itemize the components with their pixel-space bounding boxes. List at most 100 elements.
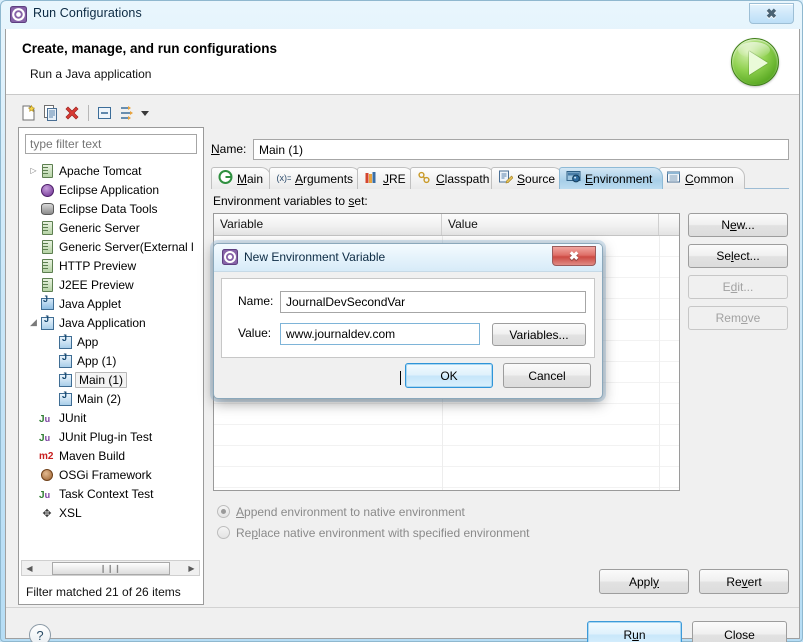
window-title: Run Configurations bbox=[33, 6, 142, 20]
radio-label: Append environment to native environment bbox=[236, 504, 465, 519]
tree-arrow-spacer bbox=[28, 294, 39, 313]
revert-button[interactable]: Revert bbox=[699, 569, 789, 594]
dialog-close-button[interactable]: ✖ bbox=[552, 246, 596, 266]
server-icon bbox=[39, 258, 55, 274]
tree-item-main-1[interactable]: Main (1) bbox=[20, 370, 203, 389]
tree-item-maven-build[interactable]: m2 Maven Build bbox=[20, 446, 203, 465]
window-close-button[interactable]: ✖ bbox=[749, 3, 794, 24]
tab-common[interactable]: Common bbox=[659, 167, 745, 189]
environment-action-buttons: New... Select... Edit... Remove bbox=[688, 213, 788, 337]
tree-item-label: JUnit Plug-in Test bbox=[59, 429, 153, 444]
help-button[interactable]: ? bbox=[29, 624, 51, 642]
dialog-name-input[interactable] bbox=[280, 291, 586, 313]
radio-button-indicator[interactable] bbox=[217, 526, 230, 539]
scroll-left-arrow[interactable]: ◀ bbox=[22, 564, 37, 573]
tree-item-junit-plug-in-test[interactable]: Ju JUnit Plug-in Test bbox=[20, 427, 203, 446]
select-button[interactable]: Select... bbox=[688, 244, 788, 268]
environment-section-label: Environment variables to set: bbox=[213, 194, 368, 208]
dialog-footer-buttons: Run Close bbox=[587, 621, 787, 642]
tree-item-label: OSGi Framework bbox=[59, 467, 152, 482]
new-button[interactable]: New... bbox=[688, 213, 788, 237]
tree-arrow-spacer bbox=[28, 218, 39, 237]
configurations-tree: ▷ Apache Tomcat Eclipse Application Eclip… bbox=[18, 127, 204, 605]
tree-item-generic-server[interactable]: Generic Server bbox=[20, 218, 203, 237]
column-header-variable[interactable]: Variable bbox=[214, 214, 442, 235]
dialog-value-input[interactable] bbox=[280, 323, 480, 345]
collapse-all-icon[interactable] bbox=[96, 104, 114, 122]
filter-icon[interactable] bbox=[118, 104, 136, 122]
tree-item-j2ee-preview[interactable]: J2EE Preview bbox=[20, 275, 203, 294]
tab-source[interactable]: Source bbox=[491, 167, 563, 189]
edit-button: Edit... bbox=[688, 275, 788, 299]
tree-item-main-2[interactable]: Main (2) bbox=[20, 389, 203, 408]
junit-icon: Ju bbox=[39, 413, 51, 425]
radio-replace-environment[interactable]: Replace native environment with specifie… bbox=[217, 522, 530, 543]
chevron-down-icon[interactable]: ◢ bbox=[28, 313, 39, 332]
filter-input[interactable] bbox=[25, 134, 197, 154]
view-menu-chevron-down-icon[interactable] bbox=[138, 104, 152, 122]
osgi-icon bbox=[39, 467, 55, 483]
tree-item-http-preview[interactable]: HTTP Preview bbox=[20, 256, 203, 275]
tab-main[interactable]: Main bbox=[211, 167, 271, 189]
dialog-value-row: Value: Variables... bbox=[222, 323, 596, 385]
configurations-tree-panel: ▷ Apache Tomcat Eclipse Application Eclip… bbox=[18, 101, 204, 605]
tab-arguments[interactable]: (x)= Arguments bbox=[269, 167, 361, 189]
tree-item-label: App bbox=[77, 334, 99, 349]
tree-item-osgi-framework[interactable]: OSGi Framework bbox=[20, 465, 203, 484]
common-icon bbox=[666, 170, 681, 187]
tree-arrow-spacer bbox=[28, 465, 39, 484]
server-icon bbox=[39, 239, 55, 255]
table-row[interactable] bbox=[214, 404, 679, 425]
maven-m2-icon: m2 bbox=[39, 450, 54, 462]
tab-label: JRE bbox=[383, 171, 406, 186]
run-button[interactable]: Run bbox=[587, 621, 682, 642]
table-row[interactable] bbox=[214, 425, 679, 446]
tree-item-generic-server-external-l[interactable]: Generic Server(External l bbox=[20, 237, 203, 256]
tree-item-junit[interactable]: Ju JUnit bbox=[20, 408, 203, 427]
tab-classpath[interactable]: Classpath bbox=[410, 167, 495, 189]
close-button[interactable]: Close bbox=[692, 621, 787, 642]
configuration-type-list[interactable]: ▷ Apache Tomcat Eclipse Application Eclip… bbox=[20, 161, 203, 559]
tree-item-xsl[interactable]: ✥ XSL bbox=[20, 503, 203, 522]
tree-item-eclipse-application[interactable]: Eclipse Application bbox=[20, 180, 203, 199]
tree-item-label: Main (1) bbox=[75, 371, 128, 388]
tree-item-app-1[interactable]: App (1) bbox=[20, 351, 203, 370]
table-row[interactable] bbox=[214, 446, 679, 467]
radio-append-environment[interactable]: Append environment to native environment bbox=[217, 501, 530, 522]
table-row[interactable] bbox=[214, 467, 679, 488]
tree-item-label: JUnit bbox=[59, 410, 87, 425]
tree-arrow-spacer bbox=[28, 256, 39, 275]
tree-item-label: Eclipse Data Tools bbox=[59, 201, 158, 216]
text-caret bbox=[400, 371, 401, 385]
tree-item-apache-tomcat[interactable]: ▷ Apache Tomcat bbox=[20, 161, 203, 180]
tree-item-eclipse-data-tools[interactable]: Eclipse Data Tools bbox=[20, 199, 203, 218]
tree-item-java-applet[interactable]: Java Applet bbox=[20, 294, 203, 313]
app-root: Run Configurations ✖ Create, manage, and… bbox=[0, 0, 803, 642]
apply-button[interactable]: Apply bbox=[599, 569, 689, 594]
tab-jre[interactable]: JRE bbox=[357, 167, 414, 189]
new-launch-configuration-icon[interactable] bbox=[20, 104, 38, 122]
configuration-name-input[interactable] bbox=[253, 139, 789, 160]
cancel-button[interactable]: Cancel bbox=[503, 363, 591, 388]
chevron-right-icon[interactable]: ▷ bbox=[28, 161, 39, 180]
tree-horizontal-scrollbar[interactable]: ◀ ❙❙❙ ▶ bbox=[21, 560, 200, 576]
column-header-value[interactable]: Value bbox=[442, 214, 659, 235]
tab-label: Classpath bbox=[436, 171, 490, 186]
tree-item-java-application[interactable]: ◢ Java Application bbox=[20, 313, 203, 332]
tree-arrow-spacer bbox=[28, 275, 39, 294]
help-icon: ? bbox=[36, 627, 44, 642]
dialog-name-label: Name: bbox=[238, 294, 274, 308]
tree-item-task-context-test[interactable]: Ju Task Context Test bbox=[20, 484, 203, 503]
scrollbar-thumb[interactable]: ❙❙❙ bbox=[51, 561, 170, 575]
tab-environment[interactable]: Environment bbox=[559, 167, 663, 189]
java-app-icon bbox=[57, 391, 73, 407]
radio-button-indicator[interactable] bbox=[217, 505, 230, 518]
filter-status-text: Filter matched 21 of 26 items bbox=[26, 585, 181, 599]
duplicate-configuration-icon[interactable] bbox=[42, 104, 60, 122]
page-subtitle: Run a Java application bbox=[30, 67, 152, 81]
tree-item-app[interactable]: App bbox=[20, 332, 203, 351]
variables-button[interactable]: Variables... bbox=[492, 323, 586, 346]
delete-configuration-icon[interactable] bbox=[64, 104, 82, 122]
scroll-right-arrow[interactable]: ▶ bbox=[184, 564, 199, 573]
ok-button[interactable]: OK bbox=[405, 363, 493, 388]
